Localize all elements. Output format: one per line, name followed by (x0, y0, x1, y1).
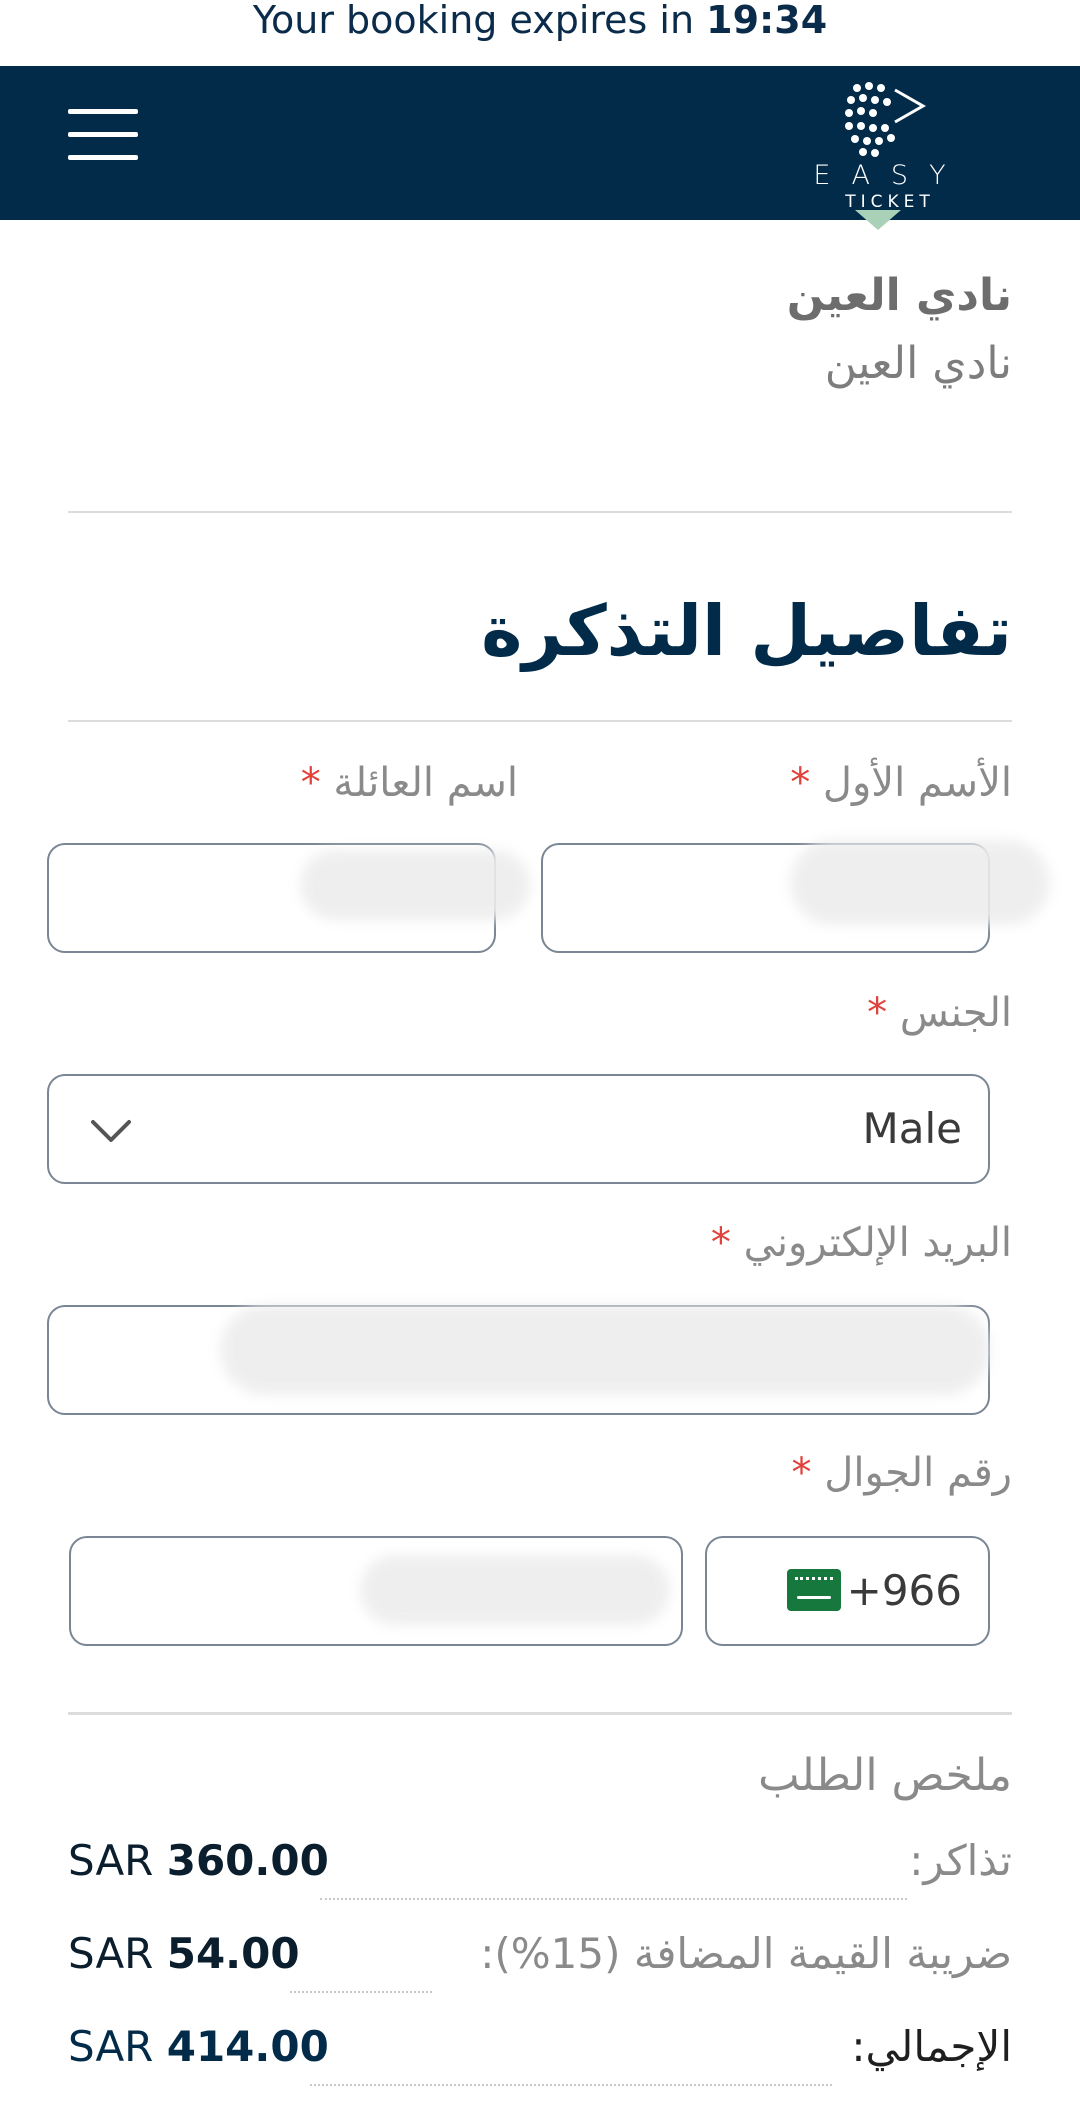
divider (68, 511, 1012, 513)
summary-row-total: الإجمالي: SAR 414.00 (68, 2022, 1012, 2092)
logo-mark-icon (845, 82, 927, 157)
redaction (790, 840, 1050, 925)
timer-prefix: Your booking expires in (252, 0, 695, 42)
first-name-label: الأسم الأول * (790, 760, 1012, 806)
logo-sub: TICKET (845, 192, 935, 212)
summary-row-vat: ضريبة القيمة المضافة (15%): SAR 54.00 (68, 1929, 1012, 1999)
redaction (360, 1555, 670, 1625)
timer-time: 19:34 (706, 0, 828, 42)
summary-label: تذاكر: (909, 1836, 1012, 1885)
gender-label: الجنس * (867, 990, 1012, 1036)
chevron-down-icon (91, 1120, 131, 1142)
summary-amount: SAR 414.00 (68, 2022, 329, 2071)
country-code: +966 (846, 1566, 962, 1615)
dotted-leader (290, 1991, 432, 1993)
gender-value: Male (862, 1104, 962, 1153)
hamburger-icon[interactable] (68, 109, 138, 161)
summary-amount: SAR 360.00 (68, 1836, 329, 1885)
mobile-label: رقم الجوال * (791, 1450, 1012, 1496)
summary-row-tickets: تذاكر: SAR 360.00 (68, 1836, 1012, 1906)
redaction (300, 850, 530, 920)
summary-label: ضريبة القيمة المضافة (15%): (480, 1929, 1012, 1978)
saudi-arabia-flag-icon (787, 1569, 841, 1611)
email-label: البريد الإلكتروني * (710, 1220, 1012, 1266)
redaction (220, 1305, 990, 1395)
ticket-details-title: تفاصيل التذكرة (481, 590, 1012, 672)
gender-select[interactable]: Male (47, 1074, 990, 1184)
club-name: نادي العين (786, 270, 1012, 321)
country-code-select[interactable]: +966 (705, 1536, 990, 1646)
last-name-label: اسم العائلة * (300, 760, 518, 806)
booking-timer: Your booking expires in 19:34 (0, 0, 1080, 66)
summary-label: الإجمالي: (851, 2022, 1012, 2071)
dotted-leader (310, 2084, 832, 2086)
dotted-leader (320, 1898, 907, 1900)
club-subtitle: نادي العين (824, 338, 1012, 389)
divider (68, 1712, 1012, 1715)
easy-ticket-logo[interactable]: EASY TICKET (795, 80, 985, 212)
logo-word: EASY (813, 160, 967, 191)
summary-amount: SAR 54.00 (68, 1929, 300, 1978)
order-summary-title: ملخص الطلب (758, 1750, 1012, 1801)
club-crest-icon (855, 210, 901, 230)
app-header: EASY TICKET (0, 66, 1080, 220)
divider (68, 720, 1012, 722)
